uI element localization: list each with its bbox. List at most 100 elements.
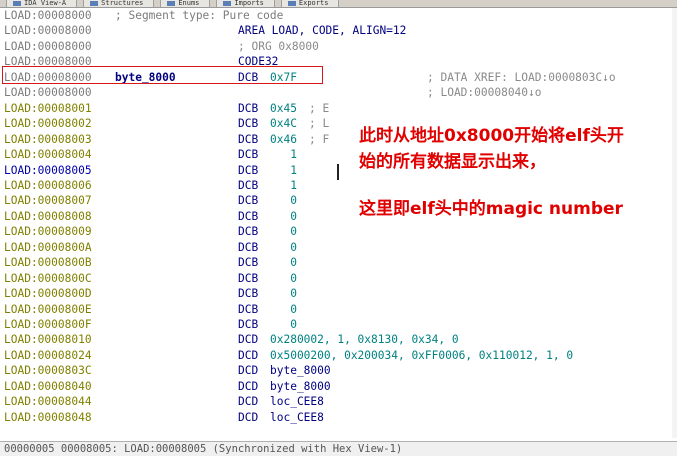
row-xref-comment[interactable]: ; LOAD:00008040↓o <box>427 85 542 100</box>
row-operands[interactable]: byte_8000 <box>270 379 331 394</box>
row-address: LOAD:0000800E <box>4 302 92 316</box>
row-operands[interactable]: 0x5000200, 0x200034, 0xFF0006, 0x110012,… <box>270 348 573 363</box>
row-address: LOAD:00008000 <box>4 55 92 69</box>
disassembly-listing[interactable]: LOAD:00008000 ; Segment type: Pure code … <box>0 8 677 438</box>
listing-row[interactable]: LOAD:00008010 DCD 0x280002, 1, 0x8130, 0x3… <box>0 332 677 347</box>
text-cursor <box>337 164 339 180</box>
tab-exports[interactable]: Exports <box>280 0 340 7</box>
row-operands[interactable]: loc_CEE8 <box>270 410 324 425</box>
row-address: LOAD:00008001 <box>4 101 92 115</box>
row-operands[interactable]: 0 <box>270 209 297 224</box>
row-operands[interactable]: 0 <box>270 271 297 286</box>
row-address: LOAD:00008003 <box>4 132 92 146</box>
row-operands[interactable]: 0 <box>270 240 297 255</box>
row-mnemonic: ; ORG 0x8000 <box>238 39 319 53</box>
row-address: LOAD:00008000 <box>4 70 92 84</box>
row-address: LOAD:00008048 <box>4 410 92 424</box>
listing-row[interactable]: LOAD:00008024 DCD 0x5000200, 0x200034, 0xF… <box>0 348 677 363</box>
tab-imports[interactable]: Imports <box>216 0 275 7</box>
row-mnemonic: DCD <box>238 410 259 424</box>
row-mnemonic: DCB <box>238 178 259 192</box>
vertical-scrollbar[interactable] <box>672 8 677 438</box>
listing-row[interactable]: LOAD:00008004 DCB 1 <box>0 147 677 162</box>
listing-row[interactable]: LOAD:00008009 DCB 0 <box>0 224 677 239</box>
row-mnemonic: DCD <box>238 364 259 378</box>
row-address: LOAD:00008040 <box>4 379 92 393</box>
row-comment: ; F <box>309 132 330 146</box>
row-operands[interactable]: loc_CEE8 <box>270 394 324 409</box>
row-address: LOAD:0000800C <box>4 271 92 285</box>
row-operands[interactable]: 0x4C <box>270 116 297 131</box>
annotation-line-1: 此时从地址0x8000开始将elf头开 <box>359 126 624 146</box>
tab-enums[interactable]: Enums <box>160 0 211 7</box>
tab-view-icon <box>90 1 99 6</box>
tab-label: Imports <box>234 0 264 7</box>
listing-row[interactable]: LOAD:00008000 AREA LOAD, CODE, ALIGN=12 <box>0 23 677 38</box>
row-mnemonic: CODE32 <box>238 55 279 69</box>
row-mnemonic: DCB <box>238 209 259 223</box>
row-address: LOAD:00008008 <box>4 209 92 223</box>
listing-row[interactable]: LOAD:0000800E DCB 0 <box>0 302 677 317</box>
row-mnemonic: DCB <box>238 318 259 331</box>
row-address: LOAD:0000800D <box>4 287 92 301</box>
segment-comment: ; Segment type: Pure code <box>115 9 284 22</box>
row-operands[interactable]: 0 <box>270 302 297 317</box>
listing-row[interactable]: LOAD:00008001 DCB 0x45 ; E <box>0 101 677 116</box>
row-operands[interactable]: 0 <box>270 286 297 301</box>
tab-structures[interactable]: Structures <box>83 0 155 7</box>
row-operands[interactable]: 0x7F <box>270 70 297 85</box>
listing-row[interactable]: LOAD:0000800C DCB 0 <box>0 271 677 286</box>
listing-row[interactable]: LOAD:00008000 CODE32 <box>0 54 677 69</box>
row-address: LOAD:0000800A <box>4 240 92 254</box>
row-label[interactable]: byte_8000 <box>115 70 176 85</box>
listing-row[interactable]: LOAD:0000800D DCB 0 <box>0 286 677 301</box>
row-operands[interactable]: 0 <box>270 224 297 239</box>
row-operands[interactable]: 0x280002, 1, 0x8130, 0x34, 0 <box>270 332 459 347</box>
annotation-line-2: 始的所有数据显示出来， <box>359 152 546 172</box>
row-operands[interactable]: 1 <box>270 147 297 162</box>
listing-row[interactable]: LOAD:00008048 DCD loc_CEE8 <box>0 410 677 425</box>
row-operands[interactable]: 0x46 <box>270 132 297 147</box>
row-operands[interactable]: 1 <box>270 163 297 178</box>
listing-row[interactable]: LOAD:0000800F DCB 0 <box>0 317 677 332</box>
view-tab-bar: IDA View-A Structures Enums Imports Exports <box>0 0 677 8</box>
row-mnemonic: DCB <box>238 271 259 285</box>
listing-row[interactable]: LOAD:00008000 ; ORG 0x8000 <box>0 39 677 54</box>
row-address: LOAD:00008004 <box>4 148 92 162</box>
row-mnemonic: DCB <box>238 256 259 270</box>
segment-header-row[interactable]: LOAD:00008000 ; Segment type: Pure code <box>0 8 677 23</box>
listing-row[interactable]: LOAD:00008044 DCD loc_CEE8 <box>0 394 677 409</box>
row-mnemonic: DCD <box>238 395 259 409</box>
listing-row[interactable]: LOAD:00008006 DCB 1 <box>0 178 677 193</box>
row-operands[interactable]: 1 <box>270 178 297 193</box>
row-address: LOAD:00008005 <box>4 163 92 177</box>
row-mnemonic: DCB <box>238 225 259 239</box>
row-mnemonic: AREA LOAD, CODE, ALIGN=12 <box>238 24 407 38</box>
row-mnemonic: DCB <box>238 148 259 162</box>
row-mnemonic: DCD <box>238 333 259 347</box>
row-mnemonic: DCB <box>238 287 259 301</box>
row-comment: ; E <box>309 101 330 115</box>
listing-row[interactable]: LOAD:00008000 byte_8000 DCB 0x7F ; DATA XREF… <box>0 70 677 85</box>
row-address: LOAD:00008009 <box>4 225 92 239</box>
row-operands[interactable]: 0 <box>270 255 297 270</box>
listing-row[interactable]: LOAD:0000800A DCB 0 <box>0 240 677 255</box>
listing-row[interactable]: LOAD:0000803C DCD byte_8000 <box>0 363 677 378</box>
annotation-line-3: 这里即elf头中的magic number <box>359 199 623 219</box>
row-operands[interactable]: byte_8000 <box>270 363 331 378</box>
row-operands[interactable]: 0x45 <box>270 101 297 116</box>
row-address: LOAD:00008007 <box>4 194 92 208</box>
row-operands[interactable]: 0 <box>270 317 297 332</box>
row-operands[interactable]: 0 <box>270 193 297 208</box>
row-mnemonic: DCB <box>238 117 259 131</box>
tab-label: Exports <box>298 0 329 7</box>
listing-row[interactable]: LOAD:00008040 DCD byte_8000 <box>0 379 677 394</box>
row-address: LOAD:0000803C <box>4 364 92 378</box>
row-xref-comment[interactable]: ; DATA XREF: LOAD:0000803C↓o <box>427 70 616 85</box>
row-mnemonic: DCB <box>238 101 259 115</box>
tab-view-icon <box>223 1 232 6</box>
tab-ida-view-a[interactable]: IDA View-A <box>6 0 78 7</box>
row-address: LOAD:00008024 <box>4 348 92 362</box>
listing-row[interactable]: LOAD:0000800B DCB 0 <box>0 255 677 270</box>
listing-row[interactable]: LOAD:00008000 ; LOAD:00008040↓o <box>0 85 677 100</box>
